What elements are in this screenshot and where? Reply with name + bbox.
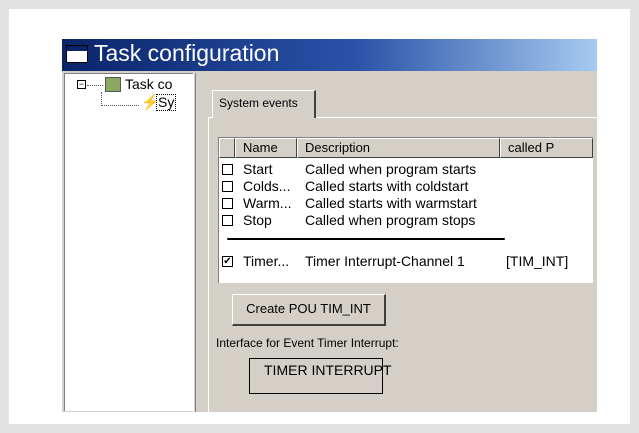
event-description: Called starts with coldstart	[305, 178, 469, 194]
event-name: Start	[243, 161, 273, 177]
list-item[interactable]: Start Called when program starts	[219, 161, 593, 178]
separator-line	[227, 238, 505, 240]
event-checkbox[interactable]	[222, 164, 233, 175]
pane-splitter[interactable]	[193, 73, 196, 412]
tree-connector	[87, 85, 103, 86]
list-item[interactable]: Colds... Called starts with coldstart	[219, 178, 593, 195]
event-name: Stop	[243, 212, 272, 228]
list-item[interactable]: Stop Called when program stops	[219, 212, 593, 229]
window-icon	[66, 45, 88, 63]
event-called-pou: [TIM_INT]	[506, 253, 569, 269]
task-config-icon	[105, 77, 121, 92]
event-description: Called when program stops	[305, 212, 476, 228]
header-name[interactable]: Name	[235, 138, 297, 158]
list-item[interactable]: Warm... Called starts with warmstart	[219, 195, 593, 212]
header-called-pou[interactable]: called P	[500, 138, 593, 158]
header-description[interactable]: Description	[297, 138, 500, 158]
event-name: Colds...	[243, 178, 291, 194]
list-header: Name Description called P	[219, 138, 593, 158]
event-description: Timer Interrupt-Channel 1	[305, 253, 465, 269]
title-bar[interactable]: Task configuration	[62, 39, 597, 71]
event-checkbox-checked[interactable]: ✔	[222, 256, 233, 267]
create-pou-button[interactable]: Create POU TIM_INT	[232, 294, 386, 326]
tree-root-label: Task co	[125, 76, 173, 92]
event-description: Called starts with warmstart	[305, 195, 477, 211]
event-name: Warm...	[243, 195, 292, 211]
event-checkbox[interactable]	[222, 181, 233, 192]
task-tree: − Task co ⚡ Sy	[64, 73, 194, 411]
collapse-icon[interactable]: −	[77, 80, 86, 89]
tree-connector-child	[101, 105, 139, 106]
header-checkbox-column	[219, 138, 235, 158]
task-configuration-window: Task configuration − Task co ⚡ Sy System…	[62, 39, 597, 412]
interface-box: TIMER INTERRUPT	[249, 358, 392, 394]
event-checkbox[interactable]	[222, 198, 233, 209]
tree-child-label: Sy	[156, 94, 177, 111]
tree-connector-vertical	[101, 92, 102, 106]
event-checkbox[interactable]	[222, 215, 233, 226]
events-list: Name Description called P Start Called w…	[218, 137, 593, 283]
event-description: Called when program starts	[305, 161, 477, 177]
tab-system-events[interactable]: System events	[212, 90, 316, 118]
list-item-timer[interactable]: ✔ Timer... Timer Interrupt-Channel 1 [TI…	[219, 253, 593, 270]
interface-label: Interface for Event Timer Interrupt:	[216, 336, 399, 350]
event-name: Timer...	[243, 253, 290, 269]
window-title: Task configuration	[94, 40, 280, 66]
